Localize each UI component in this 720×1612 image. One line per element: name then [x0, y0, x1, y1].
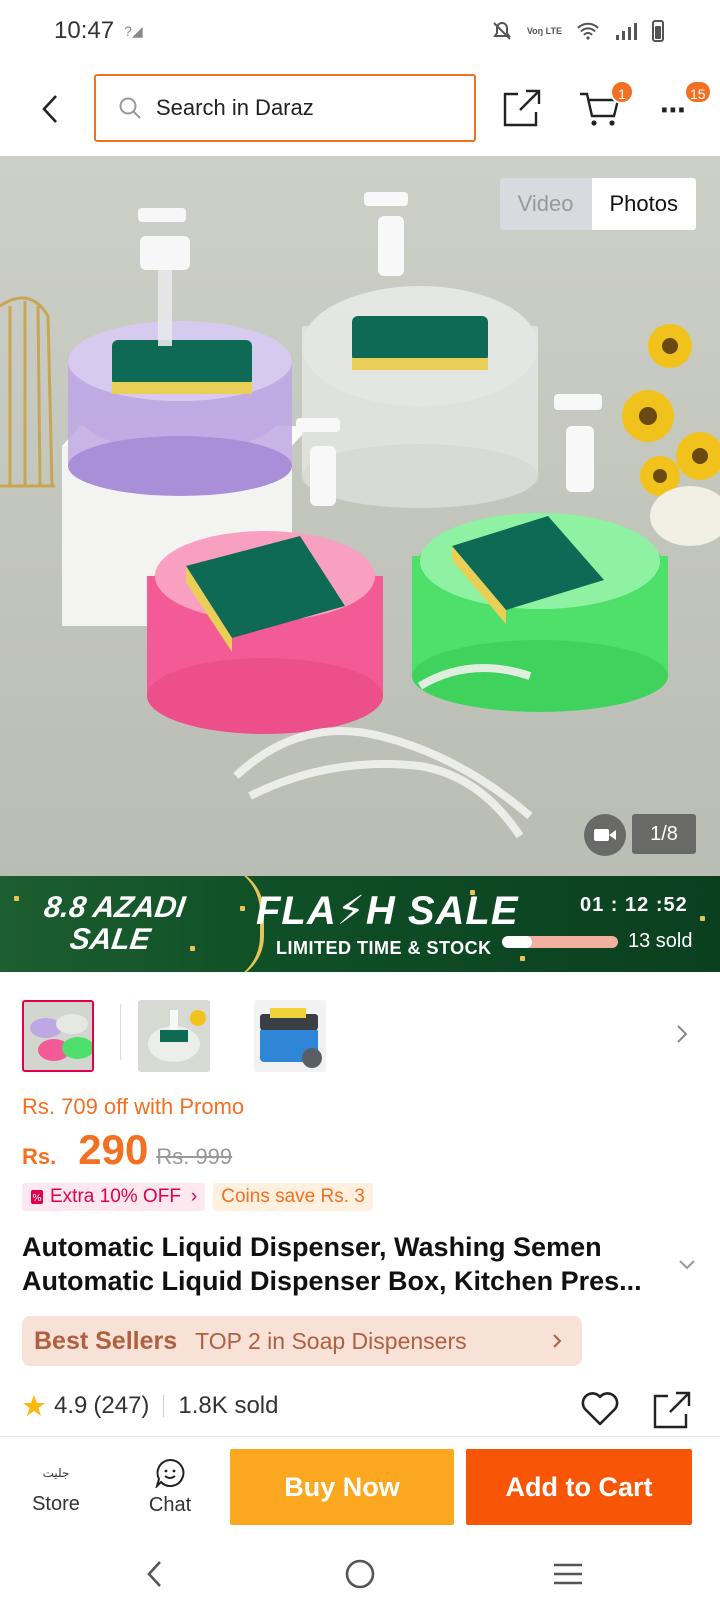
status-time: 10:47	[54, 17, 115, 44]
home-circle-icon	[345, 1559, 375, 1589]
share-icon	[503, 89, 541, 127]
share-icon	[653, 1391, 691, 1429]
play-video-button[interactable]	[584, 814, 626, 856]
sold-count: 13 sold	[628, 930, 693, 952]
sold-progress-fill	[502, 936, 533, 948]
svg-text:%: %	[32, 1193, 42, 1204]
chat-label: Chat	[148, 1493, 192, 1516]
wishlist-button[interactable]	[580, 1390, 620, 1428]
thumbnail-image	[254, 1000, 326, 1072]
top-nav: Search in Daraz ⋯	[0, 62, 720, 156]
promo-chips: % Extra 10% OFF › Coins save Rs. 3	[22, 1183, 373, 1211]
system-home-button[interactable]	[338, 1554, 382, 1594]
store-label: Store	[32, 1492, 80, 1515]
product-title-line1: Automatic Liquid Dispenser, Washing Seme…	[22, 1232, 602, 1262]
menu-lines-icon	[554, 1563, 582, 1585]
status-bar: 10:47 ?◢ Voŋ LTE	[0, 0, 720, 62]
thumbnail-2[interactable]	[138, 1000, 210, 1072]
rating-row[interactable]: 4.9 (247) 1.8K sold	[22, 1392, 278, 1420]
signal-small-icon: ?◢	[124, 22, 143, 39]
tab-photos[interactable]: Photos	[591, 178, 696, 230]
flash-sale-title: FLA⚡H SALE	[256, 889, 519, 933]
share-product-button[interactable]	[652, 1390, 692, 1430]
wifi-icon	[577, 22, 599, 40]
flash-sale-banner[interactable]: 8.8 AZADI SALE FLA⚡H SALE LIMITED TIME &…	[0, 876, 720, 972]
cell-signal-icon	[616, 23, 637, 40]
thumbnail-image	[24, 1002, 92, 1070]
rating-count: (247)	[93, 1392, 150, 1419]
thumbnail-divider	[120, 1004, 121, 1060]
product-photo	[0, 192, 720, 839]
original-price: Rs. 999	[156, 1144, 233, 1169]
search-icon	[119, 97, 141, 119]
search-placeholder: Search in Daraz	[156, 95, 314, 120]
system-back-button[interactable]	[132, 1554, 176, 1594]
flash-sale-subtitle: LIMITED TIME & STOCK	[276, 938, 492, 958]
extra-off-label: Extra 10% OFF	[50, 1186, 181, 1207]
back-button[interactable]	[30, 86, 70, 132]
heart-icon	[581, 1392, 619, 1426]
media-toggle: Video Photos	[499, 178, 696, 230]
thumbnail-image	[138, 1000, 210, 1072]
chat-icon	[155, 1458, 185, 1488]
promo-discount-text: Rs. 709 off with Promo	[22, 1094, 245, 1119]
coins-chip[interactable]: Coins save Rs. 3	[213, 1183, 373, 1211]
cart-count-badge: 1	[610, 80, 634, 104]
extra-off-chip[interactable]: % Extra 10% OFF ›	[22, 1183, 206, 1211]
sold-progress-bar	[502, 936, 618, 948]
product-title-line2: Automatic Liquid Dispenser Box, Kitchen …	[22, 1266, 642, 1296]
store-logo: جلیت	[42, 1465, 70, 1480]
price-row: Rs. 290 Rs. 999	[22, 1126, 232, 1174]
thumbnail-strip	[22, 998, 370, 1074]
chevron-left-icon	[147, 1561, 161, 1587]
notifications-count-badge: 15	[684, 80, 712, 104]
thumbnails-next-button[interactable]	[676, 1024, 696, 1054]
chevron-right-icon: ›	[190, 1186, 198, 1207]
star-icon	[23, 1395, 45, 1416]
tab-video[interactable]: Video	[499, 178, 592, 230]
chevron-down-icon	[679, 1260, 695, 1270]
product-title[interactable]: Automatic Liquid Dispenser, Washing Seme…	[22, 1230, 658, 1298]
image-counter: 1/8	[632, 814, 696, 854]
chevron-left-icon	[42, 95, 57, 123]
thumbnail-1[interactable]	[22, 1000, 94, 1072]
chevron-right-icon	[542, 1333, 572, 1349]
best-sellers-banner[interactable]: Best Sellers TOP 2 in Soap Dispensers	[22, 1316, 582, 1366]
system-recents-button[interactable]	[546, 1554, 590, 1594]
best-sellers-rank: TOP 2 in Soap Dispensers	[195, 1327, 467, 1354]
sold-total: 1.8K sold	[178, 1392, 279, 1419]
chat-button[interactable]: Chat	[130, 1447, 210, 1527]
video-camera-icon	[594, 829, 616, 841]
thumbnail-3[interactable]	[254, 1000, 326, 1072]
rating-score: 4.9	[54, 1392, 88, 1419]
price-currency: Rs.	[22, 1144, 57, 1169]
voucher-icon: %	[31, 1190, 43, 1204]
mute-icon	[492, 21, 511, 40]
product-image-gallery[interactable]: Video Photos 1/8	[0, 156, 720, 876]
expand-title-button[interactable]	[678, 1258, 696, 1270]
current-price: 290	[78, 1126, 149, 1173]
more-dots-icon: ⋯	[660, 94, 688, 125]
store-button[interactable]: جلیت Store	[16, 1447, 96, 1527]
event-name: 8.8 AZADI SALE	[42, 891, 188, 956]
search-input[interactable]: Search in Daraz	[94, 74, 476, 142]
countdown-timer: 01 : 12 :52	[580, 894, 688, 916]
buy-now-button[interactable]: Buy Now	[230, 1449, 454, 1525]
bottom-action-bar: جلیت Store Chat Buy Now Add to Cart	[0, 1436, 720, 1536]
system-navigation-bar	[0, 1536, 720, 1612]
volte-icon: Voŋ LTE	[526, 26, 562, 36]
add-to-cart-button[interactable]: Add to Cart	[466, 1449, 692, 1525]
chevron-right-icon	[677, 1025, 688, 1043]
rating-divider	[163, 1395, 165, 1417]
best-sellers-logo: Best Sellers	[34, 1326, 178, 1355]
share-button[interactable]	[502, 88, 544, 130]
battery-icon	[652, 20, 664, 42]
